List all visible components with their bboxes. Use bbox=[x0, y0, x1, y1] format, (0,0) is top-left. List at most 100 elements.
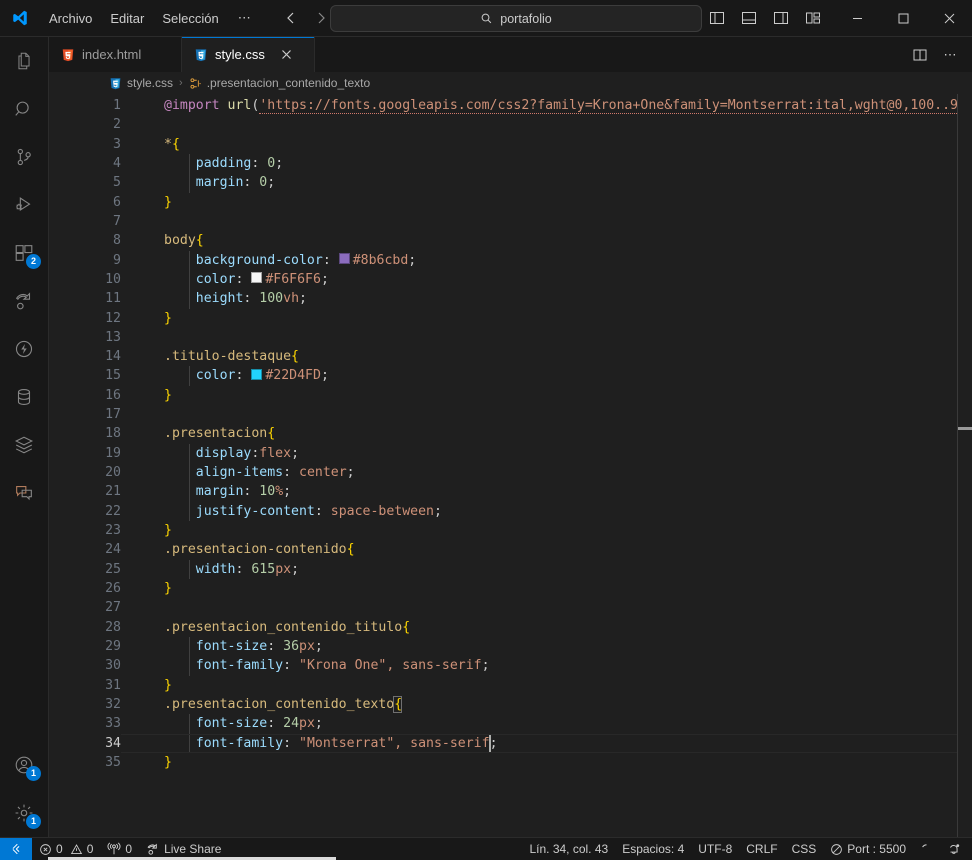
more-actions-icon[interactable]: ⋯ bbox=[936, 42, 964, 68]
tab-label: style.css bbox=[215, 47, 265, 62]
line-number: 14 bbox=[105, 349, 121, 365]
code-line: width: 615px; bbox=[195, 561, 300, 577]
editor-tab-bar: index.html style.css ⋯ bbox=[49, 37, 972, 72]
toggle-secondary-sidebar-icon[interactable] bbox=[766, 5, 796, 31]
line-number: 8 bbox=[113, 233, 121, 249]
customize-layout-icon[interactable] bbox=[798, 5, 828, 31]
status-bar-right: Lín. 34, col. 43 Espacios: 4 UTF-8 CRLF … bbox=[522, 838, 972, 860]
menu-more-button[interactable]: ⋯ bbox=[228, 7, 262, 29]
live-share-icon bbox=[146, 842, 160, 856]
status-port[interactable]: Port : 5500 bbox=[823, 838, 913, 860]
code-line: font-family: "Krona One", sans-serif; bbox=[195, 658, 490, 674]
code-editor[interactable]: 1 @import url('https://fonts.googleapis.c… bbox=[49, 94, 972, 837]
line-number: 25 bbox=[105, 561, 121, 577]
layout-controls bbox=[702, 5, 834, 31]
loading-spinner-icon bbox=[920, 843, 933, 856]
line-number: 11 bbox=[105, 291, 121, 307]
split-editor-icon[interactable] bbox=[906, 42, 934, 68]
extensions-badge: 2 bbox=[26, 254, 41, 269]
status-encoding[interactable]: UTF-8 bbox=[691, 838, 739, 860]
status-spinner bbox=[913, 838, 940, 860]
sidebar-item-run-and-debug[interactable] bbox=[0, 181, 48, 229]
line-number: 23 bbox=[105, 523, 121, 539]
sidebar-item-settings[interactable]: 1 bbox=[0, 789, 48, 837]
menu-archivo[interactable]: Archivo bbox=[40, 8, 101, 29]
menu-seleccion[interactable]: Selección bbox=[153, 8, 227, 29]
toggle-primary-sidebar-icon[interactable] bbox=[702, 5, 732, 31]
line-number: 28 bbox=[105, 619, 121, 635]
window-controls bbox=[834, 0, 972, 36]
title-bar: Archivo Editar Selección ⋯ portafolio bbox=[0, 0, 972, 37]
sidebar-item-live-share[interactable] bbox=[0, 277, 48, 325]
horizontal-scrollbar[interactable] bbox=[121, 827, 958, 837]
status-remote-indicator[interactable] bbox=[0, 838, 32, 860]
tab-index-html[interactable]: index.html bbox=[49, 37, 182, 72]
line-number: 33 bbox=[105, 716, 121, 732]
sidebar-item-database[interactable] bbox=[0, 373, 48, 421]
status-indentation[interactable]: Espacios: 4 bbox=[615, 838, 691, 860]
warning-icon bbox=[70, 843, 83, 856]
vscode-window: Archivo Editar Selección ⋯ portafolio 2 … bbox=[0, 0, 972, 860]
tab-close-icon[interactable] bbox=[278, 46, 296, 64]
line-number: 1 bbox=[113, 98, 121, 113]
circle-slash-icon bbox=[830, 843, 843, 856]
sidebar-item-thunder-client[interactable] bbox=[0, 325, 48, 373]
status-eol[interactable]: CRLF bbox=[739, 838, 784, 860]
error-icon bbox=[39, 843, 52, 856]
code-line: padding: 0; bbox=[195, 155, 284, 171]
sidebar-item-chat[interactable] bbox=[0, 469, 48, 517]
code-line: } bbox=[164, 310, 172, 326]
breadcrumb-symbol-label: .presentacion_contenido_texto bbox=[206, 76, 371, 90]
overview-ruler-mark bbox=[958, 427, 972, 430]
line-number: 34 bbox=[105, 735, 121, 751]
menu-editar[interactable]: Editar bbox=[101, 8, 153, 29]
titlebar-right bbox=[702, 0, 972, 36]
command-center-search[interactable]: portafolio bbox=[330, 5, 702, 32]
line-number: 15 bbox=[105, 368, 121, 384]
editor-group: index.html style.css ⋯ style.css › .pres… bbox=[49, 37, 972, 837]
code-line: } bbox=[164, 523, 172, 539]
code-content[interactable]: 1 @import url('https://fonts.googleapis.c… bbox=[49, 94, 972, 837]
tab-style-css[interactable]: style.css bbox=[182, 37, 315, 72]
warning-count: 0 bbox=[86, 842, 94, 856]
sidebar-item-extensions[interactable]: 2 bbox=[0, 229, 48, 277]
status-cursor-position[interactable]: Lín. 34, col. 43 bbox=[522, 838, 615, 860]
code-line: align-items: center; bbox=[195, 465, 355, 481]
close-icon[interactable] bbox=[926, 0, 972, 36]
sidebar-item-source-control[interactable] bbox=[0, 133, 48, 181]
line-number: 35 bbox=[105, 754, 121, 770]
arrow-left-icon[interactable] bbox=[278, 6, 304, 30]
sidebar-item-explorer[interactable] bbox=[0, 37, 48, 85]
overview-ruler[interactable] bbox=[958, 94, 972, 837]
code-line: .presentacion_contenido_titulo{ bbox=[164, 619, 411, 635]
breadcrumb-symbol[interactable]: .presentacion_contenido_texto bbox=[189, 76, 370, 90]
html5-file-icon bbox=[61, 48, 75, 62]
sidebar-item-search[interactable] bbox=[0, 85, 48, 133]
sidebar-item-accounts[interactable]: 1 bbox=[0, 741, 48, 789]
sidebar-item-layers[interactable] bbox=[0, 421, 48, 469]
status-port-label: Port : 5500 bbox=[847, 842, 906, 856]
line-number: 5 bbox=[113, 175, 121, 191]
line-number: 31 bbox=[105, 677, 121, 693]
code-line: } bbox=[164, 754, 172, 770]
maximize-icon[interactable] bbox=[880, 0, 926, 36]
code-line: } bbox=[164, 194, 172, 210]
accounts-badge: 1 bbox=[26, 766, 41, 781]
status-notifications[interactable] bbox=[940, 838, 968, 860]
line-number: 16 bbox=[105, 387, 121, 403]
status-language-mode[interactable]: CSS bbox=[785, 838, 824, 860]
breadcrumb-separator: › bbox=[179, 77, 183, 89]
line-number: 26 bbox=[105, 581, 121, 596]
line-number: 29 bbox=[105, 638, 121, 654]
css3-file-icon bbox=[194, 48, 208, 62]
breadcrumb-file[interactable]: style.css bbox=[109, 76, 173, 90]
toggle-panel-icon[interactable] bbox=[734, 5, 764, 31]
minimize-icon[interactable] bbox=[834, 0, 880, 36]
live-share-label: Live Share bbox=[164, 842, 222, 856]
line-number: 17 bbox=[105, 407, 121, 423]
code-line: display:flex; bbox=[195, 445, 300, 461]
line-number: 9 bbox=[113, 252, 121, 268]
line-number: 19 bbox=[105, 445, 121, 461]
code-line: margin: 0; bbox=[195, 175, 276, 191]
code-line: background-color: #8b6cbd; bbox=[195, 252, 417, 268]
